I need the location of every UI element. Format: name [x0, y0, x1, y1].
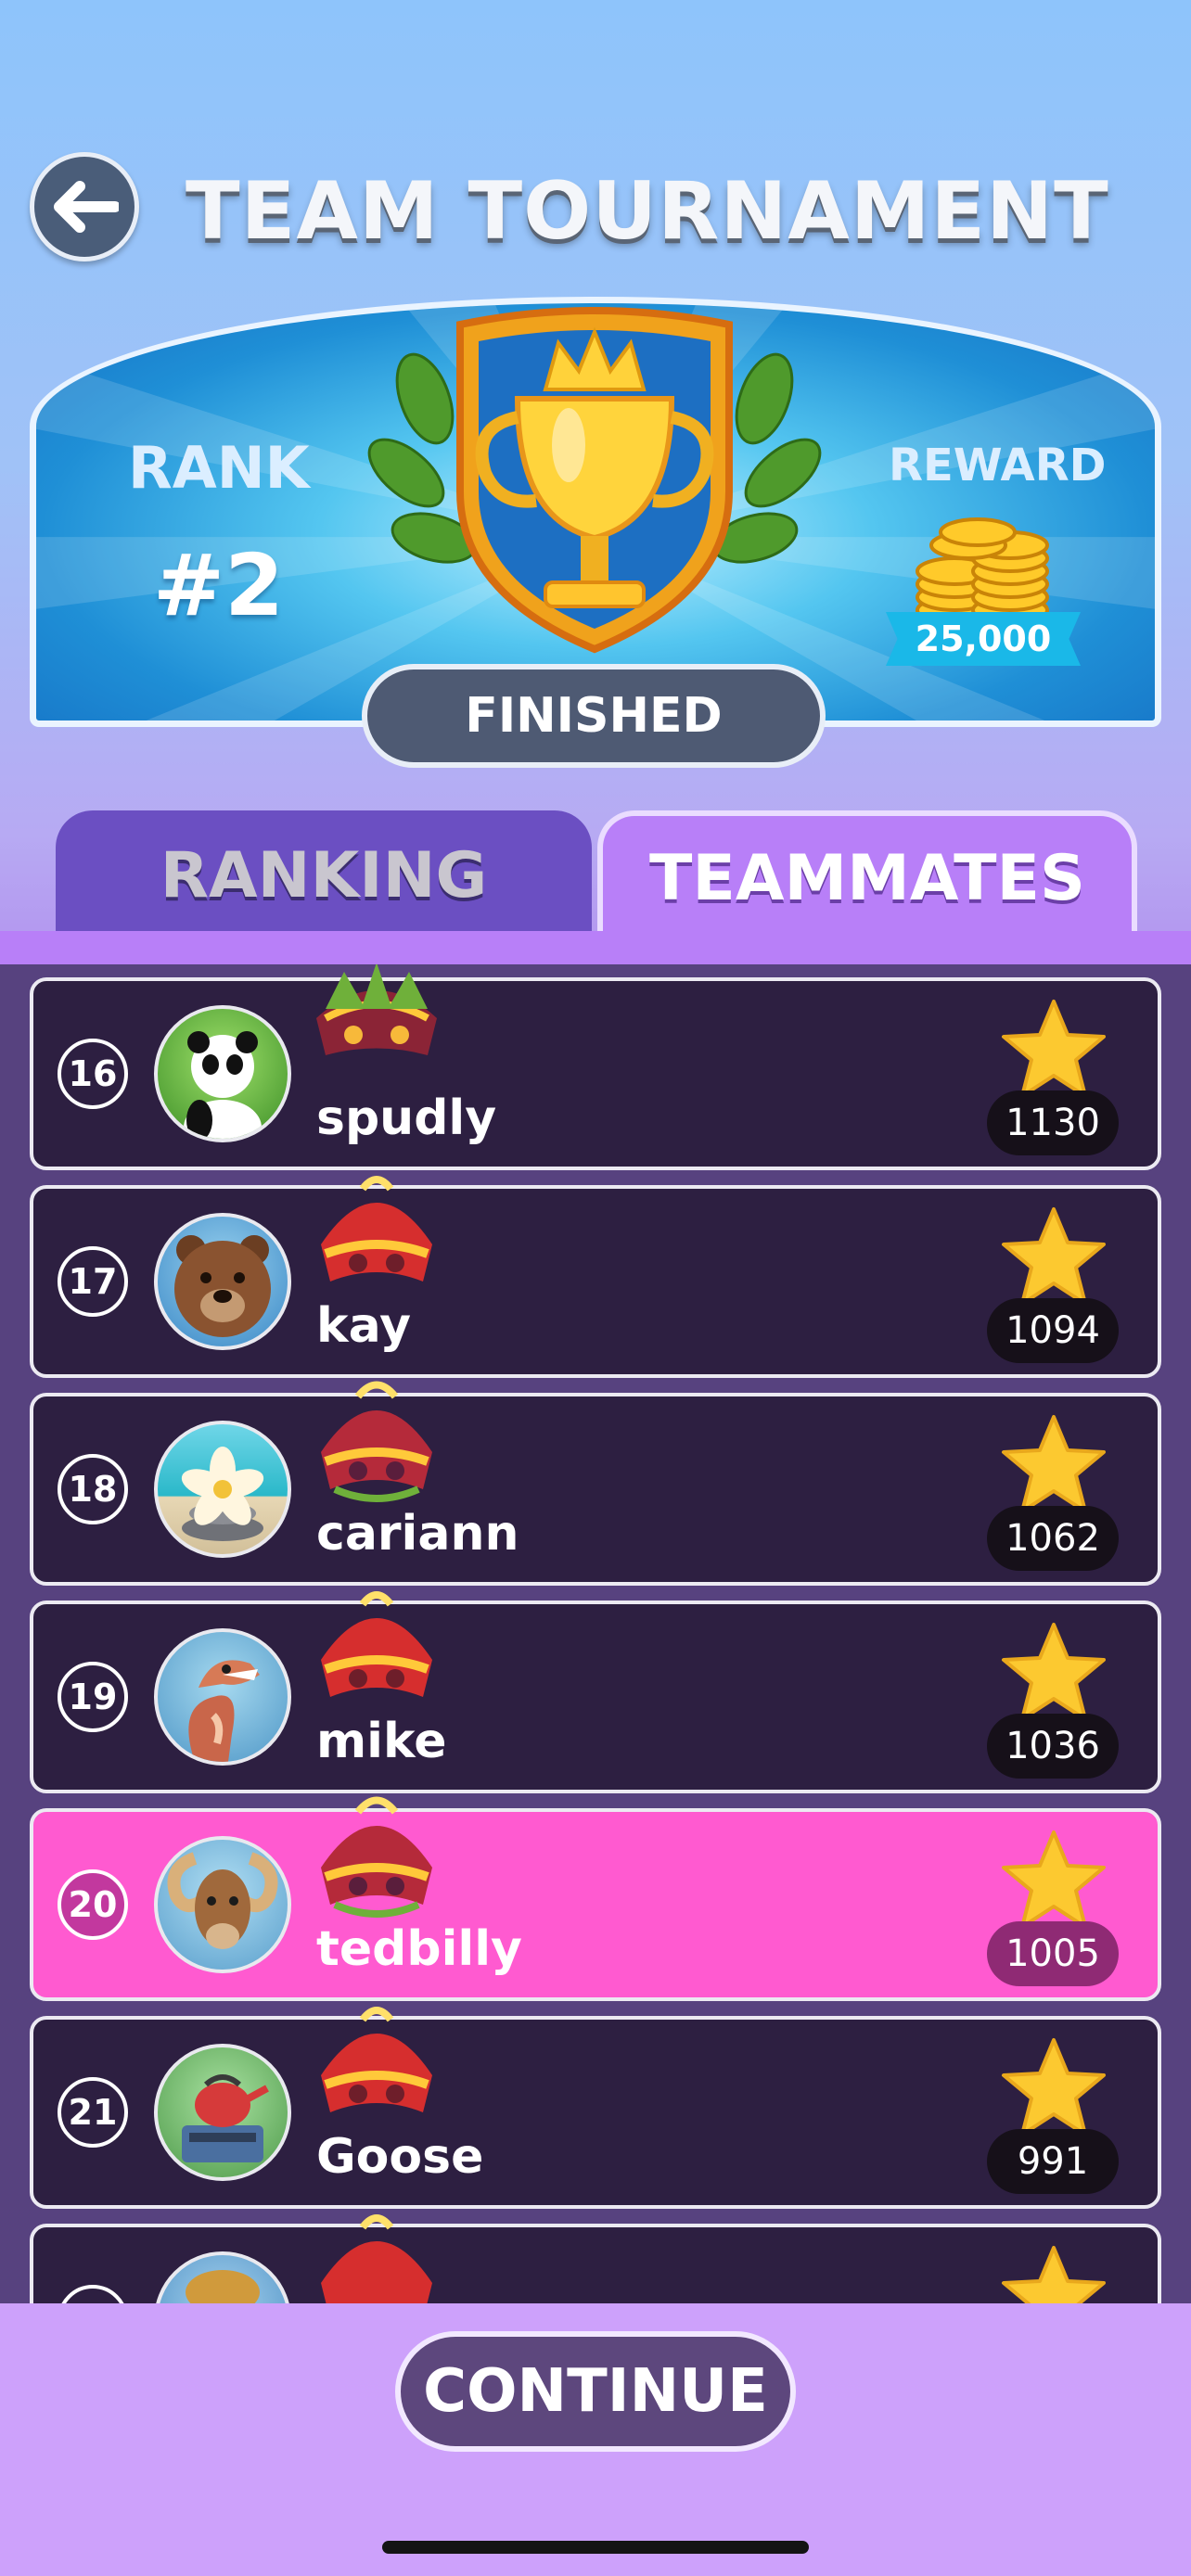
rank-number-partial	[58, 2285, 128, 2303]
reward-label: REWARD	[889, 440, 1107, 491]
mask-badge-icon	[321, 1591, 432, 1697]
score-badge: 1062	[987, 1506, 1119, 1571]
flower-stones-avatar	[154, 1421, 291, 1558]
panda-avatar	[154, 1005, 291, 1142]
player-name: kay	[316, 1298, 411, 1354]
list-item[interactable]: 18 cariann 1062	[30, 1381, 1161, 1586]
rank-number: 16	[58, 1039, 128, 1109]
mask-badge-icon	[316, 964, 437, 1055]
rank-number: 19	[58, 1662, 128, 1732]
star-icon	[1002, 1415, 1106, 1513]
teapot-stove-avatar	[154, 2044, 291, 2181]
score-badge: 991	[987, 2129, 1119, 2194]
player-name: Goose	[316, 2129, 484, 2185]
back-arrow-icon	[54, 181, 119, 233]
coin-stack-icon	[916, 517, 1049, 625]
rank-number: 21	[58, 2077, 128, 2148]
score-badge: 1036	[987, 1714, 1119, 1779]
tab-underline-strip	[0, 931, 1191, 964]
home-indicator[interactable]	[382, 2541, 809, 2554]
star-icon	[1002, 2246, 1106, 2303]
rank-number: 20	[58, 1869, 128, 1940]
score-badge: 1094	[987, 1298, 1119, 1363]
list-item-current-player[interactable]: 20 tedbilly 1005	[30, 1796, 1161, 2001]
star-icon	[1002, 1623, 1106, 1721]
reward-amount-ribbon: 25,000	[886, 612, 1081, 666]
mask-badge-icon	[321, 1381, 432, 1502]
player-name: tedbilly	[316, 1921, 522, 1977]
star-icon	[1002, 1000, 1106, 1098]
rank-number: 18	[58, 1454, 128, 1524]
mask-badge-icon	[321, 1796, 432, 1918]
ram-avatar	[154, 1836, 291, 1973]
star-icon	[1002, 1830, 1106, 1929]
continue-button[interactable]: CONTINUE	[395, 2331, 796, 2452]
trophy-shield-icon	[367, 307, 822, 654]
star-icon	[1002, 1207, 1106, 1306]
back-button[interactable]	[30, 152, 139, 261]
list-item[interactable]: 17 kay 1094	[30, 1176, 1161, 1378]
star-icon	[1002, 2038, 1106, 2136]
cobra-avatar	[154, 1628, 291, 1766]
teammates-list[interactable]: 16 spudly 1130 17 kay 1094 18 cariann 10…	[0, 964, 1191, 2303]
list-item[interactable]: 19 mike 1036	[30, 1591, 1161, 1793]
mask-badge-icon	[321, 2007, 432, 2112]
rank-number: 17	[58, 1246, 128, 1317]
list-item-partial[interactable]	[30, 2214, 1161, 2303]
page-title: TEAM TOURNAMENT	[186, 165, 1109, 258]
bear-avatar	[154, 1213, 291, 1350]
tab-ranking[interactable]: RANKING	[56, 810, 592, 940]
score-badge: 1005	[987, 1921, 1119, 1986]
rank-value: #2	[153, 536, 285, 635]
avatar-partial	[154, 2251, 291, 2303]
rank-label: RANK	[128, 434, 310, 502]
list-item[interactable]: 16 spudly 1130	[30, 964, 1161, 1170]
score-badge: 1130	[987, 1090, 1119, 1155]
player-name: cariann	[316, 1506, 519, 1562]
status-badge: FINISHED	[362, 664, 826, 768]
player-name: mike	[316, 1714, 447, 1769]
list-item[interactable]: 21 Goose 991	[30, 2007, 1161, 2209]
mask-badge-icon	[321, 2214, 432, 2303]
mask-badge-icon	[321, 1176, 432, 1282]
player-name: spudly	[316, 1090, 497, 1146]
tab-teammates[interactable]: TEAMMATES	[597, 810, 1137, 940]
